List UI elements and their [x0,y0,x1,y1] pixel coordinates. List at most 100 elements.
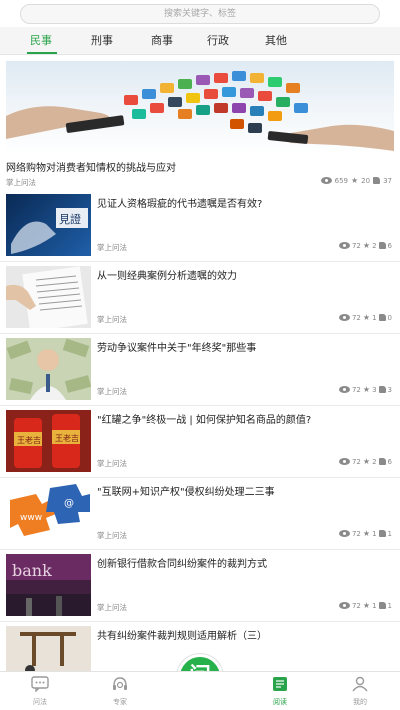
article-source: 掌上问法 [97,315,127,324]
like-icon [378,314,386,321]
feature-title[interactable]: 网络购物对消费者知情权的挑战与应对 [6,159,176,174]
nav-ask[interactable]: 问法 [10,676,70,707]
views-icon [338,602,350,609]
likes-count: 3 [387,385,392,394]
chat-icon [31,676,49,693]
star-icon: ★ [362,385,371,394]
stars-count: 3 [372,385,377,394]
star-icon: ★ [362,241,371,250]
list-item[interactable]: 从一则经典案例分析遗嘱的效力 掌上问法 72 ★ 1 0 [0,262,400,334]
tab-other[interactable]: 其他 [265,27,287,55]
likes-count: 1 [387,601,392,610]
list-item[interactable]: www @ "互联网+知识产权"侵权纠纷处理二三事 掌上问法 72 ★ 1 1 [0,478,400,550]
feature-stats: 659 ★ 20 37 [320,176,392,185]
article-thumbnail [6,338,91,400]
nav-read-label: 阅读 [273,698,287,706]
article-title[interactable]: 见证人资格瑕疵的代书遗嘱是否有效? [97,195,393,210]
article-title[interactable]: "红罐之争"终极一战 | 如何保护知名商品的颜值? [97,411,393,426]
article-title[interactable]: 从一则经典案例分析遗嘱的效力 [97,267,393,282]
article-source: 掌上问法 [97,459,127,468]
article-source: 掌上问法 [97,243,127,252]
article-thumbnail: 見證 [6,194,91,256]
stars-count: 1 [372,313,377,322]
app-screen: 搜索关键字、标签 民事 刑事 商事 行政 其他 网络购物对消费者知情权的挑战与应… [0,0,400,710]
like-icon [378,386,386,393]
views-count: 72 [351,601,361,610]
star-icon: ★ [362,601,371,610]
search-bar: 搜索关键字、标签 [0,0,400,27]
likes-count: 37 [383,176,392,185]
search-input[interactable]: 搜索关键字、标签 [20,4,380,24]
category-tabs: 民事 刑事 商事 行政 其他 [0,27,400,55]
svg-text:bank: bank [12,561,52,580]
article-thumbnail: bank [6,554,91,616]
feature-source: 掌上问法 [6,178,36,187]
article-source: 掌上问法 [97,387,127,396]
like-icon [378,602,386,609]
views-count: 72 [351,529,361,538]
tab-civil[interactable]: 民事 [30,27,52,55]
svg-text:見證: 見證 [59,212,81,226]
views-icon [320,177,332,184]
like-icon [378,530,386,537]
article-thumbnail: www @ [6,482,91,544]
tab-administrative[interactable]: 行政 [207,27,229,55]
article-title[interactable]: 劳动争议案件中关于"年终奖"那些事 [97,339,393,354]
svg-text:王老吉: 王老吉 [17,435,41,445]
likes-count: 0 [387,313,392,322]
article-title[interactable]: 共有纠纷案件裁判规则适用解析（三） [97,627,393,642]
tab-commercial[interactable]: 商事 [151,27,173,55]
views-count: 72 [351,385,361,394]
headset-icon [113,677,127,690]
user-icon [352,676,368,692]
likes-count: 6 [387,457,392,466]
article-stats: 72 ★ 1 1 [338,601,392,610]
article-source: 掌上问法 [97,603,127,612]
nav-read[interactable]: 阅读 [250,676,310,707]
bottom-nav: 问法 专家 阅读 我的 [0,671,400,710]
views-count: 72 [351,241,361,250]
star-icon: ★ [362,313,371,322]
article-stats: 72 ★ 2 6 [338,241,392,250]
nav-expert[interactable]: 专家 [90,676,150,707]
article-thumbnail: 王老吉 王老吉 [6,410,91,472]
views-icon [338,314,350,321]
active-tab-indicator [27,52,57,54]
list-item[interactable]: 王老吉 王老吉 "红罐之争"终极一战 | 如何保护知名商品的颜值? 掌上问法 7… [0,406,400,478]
article-stats: 72 ★ 1 1 [338,529,392,538]
tab-criminal[interactable]: 刑事 [91,27,113,55]
star-icon: ★ [362,457,371,466]
svg-text:www: www [20,513,42,523]
views-count: 72 [351,313,361,322]
likes-count: 6 [387,241,392,250]
views-icon [338,530,350,537]
article-stats: 72 ★ 3 3 [338,385,392,394]
feature-image[interactable] [6,61,394,155]
svg-text:@: @ [64,498,74,509]
svg-text:王老吉: 王老吉 [55,433,79,443]
book-icon [273,677,287,691]
article-title[interactable]: "互联网+知识产权"侵权纠纷处理二三事 [97,483,393,498]
like-icon [373,177,381,184]
star-icon: ★ [362,529,371,538]
article-title[interactable]: 创新银行借款合同纠纷案件的裁判方式 [97,555,393,570]
like-icon [378,242,386,249]
like-icon [378,458,386,465]
article-stats: 72 ★ 2 6 [338,457,392,466]
views-icon [338,242,350,249]
nav-ask-label: 问法 [33,698,47,706]
list-item[interactable]: 見證 见证人资格瑕疵的代书遗嘱是否有效? 掌上问法 72 ★ 2 6 [0,190,400,262]
stars-count: 1 [372,601,377,610]
views-icon [338,458,350,465]
stars-count: 2 [372,241,377,250]
article-thumbnail [6,266,91,328]
stars-count: 2 [372,457,377,466]
list-item[interactable]: 劳动争议案件中关于"年终奖"那些事 掌上问法 72 ★ 3 3 [0,334,400,406]
nav-me[interactable]: 我的 [330,676,390,707]
views-count: 72 [351,457,361,466]
views-icon [338,386,350,393]
stars-count: 20 [361,176,371,185]
article-source: 掌上问法 [97,531,127,540]
list-item[interactable]: bank 创新银行借款合同纠纷案件的裁判方式 掌上问法 72 ★ 1 1 [0,550,400,622]
stars-count: 1 [372,529,377,538]
